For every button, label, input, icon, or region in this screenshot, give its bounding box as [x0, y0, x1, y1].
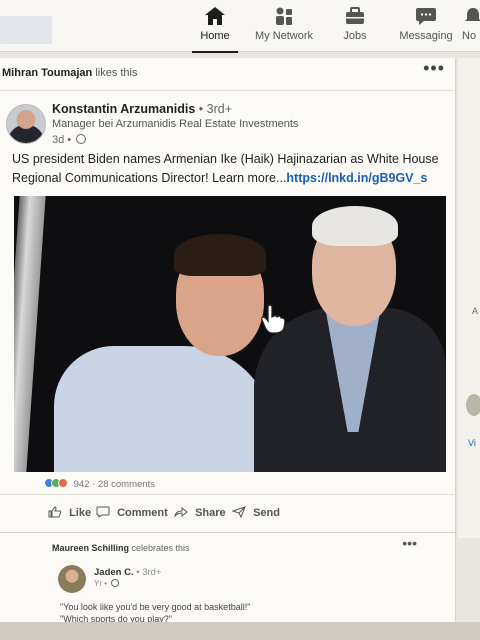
hand-cursor-icon	[261, 304, 286, 334]
author-name[interactable]: Konstantin Arzumanidis	[52, 102, 195, 116]
person-right-hair	[312, 206, 398, 246]
post-meta: 3d •	[52, 134, 87, 146]
thumbs-up-icon	[48, 506, 62, 518]
comment-icon	[96, 506, 110, 518]
social-context-2: Maureen Schilling celebrates this	[52, 543, 190, 553]
person-left-body	[54, 346, 274, 472]
post-image[interactable]	[14, 196, 446, 472]
author-avatar[interactable]	[6, 104, 46, 144]
post-time: 3d •	[52, 134, 72, 146]
screen-bezel	[0, 622, 480, 640]
background-pole	[14, 196, 46, 472]
reactions-summary[interactable]: 942 · 28 comments	[44, 478, 155, 490]
sidebar-fragment-vi[interactable]: Vi	[468, 438, 476, 448]
post-text-line1: US president Biden names Armenian Ike (H…	[12, 152, 439, 166]
feed-post-card: Mihran Toumajan likes this ••• Konstanti…	[0, 58, 456, 538]
post-more-button-2[interactable]: •••	[402, 535, 417, 551]
divider	[0, 90, 456, 91]
sidebar-thumbnail[interactable]	[466, 394, 480, 416]
globe-icon	[111, 579, 120, 587]
author-degree-2: • 3rd+	[136, 567, 162, 578]
send-button[interactable]: Send	[232, 506, 280, 519]
post-link[interactable]: https://lnkd.in/gB9GV_s	[286, 171, 427, 185]
share-button[interactable]: Share	[174, 506, 226, 519]
nav-notifications-label: No	[462, 30, 477, 42]
comments-count[interactable]: · 28 comments	[92, 479, 155, 490]
love-reaction-icon	[58, 478, 68, 488]
nav-messaging[interactable]: Messaging	[398, 4, 454, 50]
nav-jobs[interactable]: Jobs	[340, 4, 370, 50]
author-degree: • 3rd+	[198, 102, 232, 116]
post-action-bar: Like Comment Share Send	[0, 500, 456, 530]
nav-my-network-label: My Network	[254, 30, 314, 42]
globe-icon	[76, 134, 87, 144]
search-input[interactable]	[0, 16, 52, 44]
author-headline: Manager bei Arzumanidis Real Estate Inve…	[52, 118, 299, 130]
social-action-2: celebrates this	[131, 543, 190, 553]
bell-icon	[465, 8, 480, 21]
nav-messaging-label: Messaging	[399, 30, 453, 42]
send-icon	[232, 506, 246, 518]
author-name-row-2[interactable]: Jaden C. • 3rd+	[94, 567, 162, 578]
comment-button[interactable]: Comment	[96, 506, 168, 519]
author-avatar-2[interactable]	[58, 565, 86, 593]
person-left-hair	[174, 234, 266, 276]
post-more-button[interactable]: •••	[423, 58, 445, 79]
share-label: Share	[195, 507, 226, 519]
chat-icon	[416, 8, 436, 25]
post-meta-2: Yr •	[94, 579, 120, 588]
sidebar-fragment-a: A	[472, 306, 479, 316]
briefcase-icon	[346, 7, 364, 24]
post-time-2: Yr •	[94, 579, 108, 588]
post-text-2-line1: "You look like you'd be very good at bas…	[60, 602, 251, 612]
post-text: US president Biden names Armenian Ike (H…	[12, 150, 442, 188]
post-text-line2: Regional Communications Director! Learn …	[12, 171, 287, 185]
send-label: Send	[253, 507, 280, 519]
top-nav: Home My Network Jobs Messaging No	[0, 0, 480, 53]
share-icon	[174, 506, 188, 518]
nav-my-network[interactable]: My Network	[252, 4, 316, 50]
social-actor-2[interactable]: Maureen Schilling	[52, 543, 129, 553]
divider	[0, 494, 456, 495]
like-label: Like	[69, 507, 92, 519]
author-name-2[interactable]: Jaden C.	[94, 567, 134, 578]
social-actor[interactable]: Mihran Toumajan	[2, 67, 92, 79]
home-icon	[205, 7, 225, 25]
like-button[interactable]: Like	[48, 506, 91, 519]
social-action: likes this	[95, 67, 138, 79]
reaction-count[interactable]: 942	[74, 479, 90, 490]
nav-home[interactable]: Home	[192, 4, 238, 53]
nav-home-label: Home	[200, 30, 230, 42]
author-name-row[interactable]: Konstantin Arzumanidis • 3rd+	[52, 102, 232, 116]
social-context: Mihran Toumajan likes this	[2, 67, 138, 79]
right-sidebar	[458, 58, 480, 538]
nav-notifications[interactable]: No	[462, 4, 480, 50]
network-icon	[276, 7, 292, 25]
nav-jobs-label: Jobs	[343, 30, 367, 42]
comment-label: Comment	[117, 507, 168, 519]
